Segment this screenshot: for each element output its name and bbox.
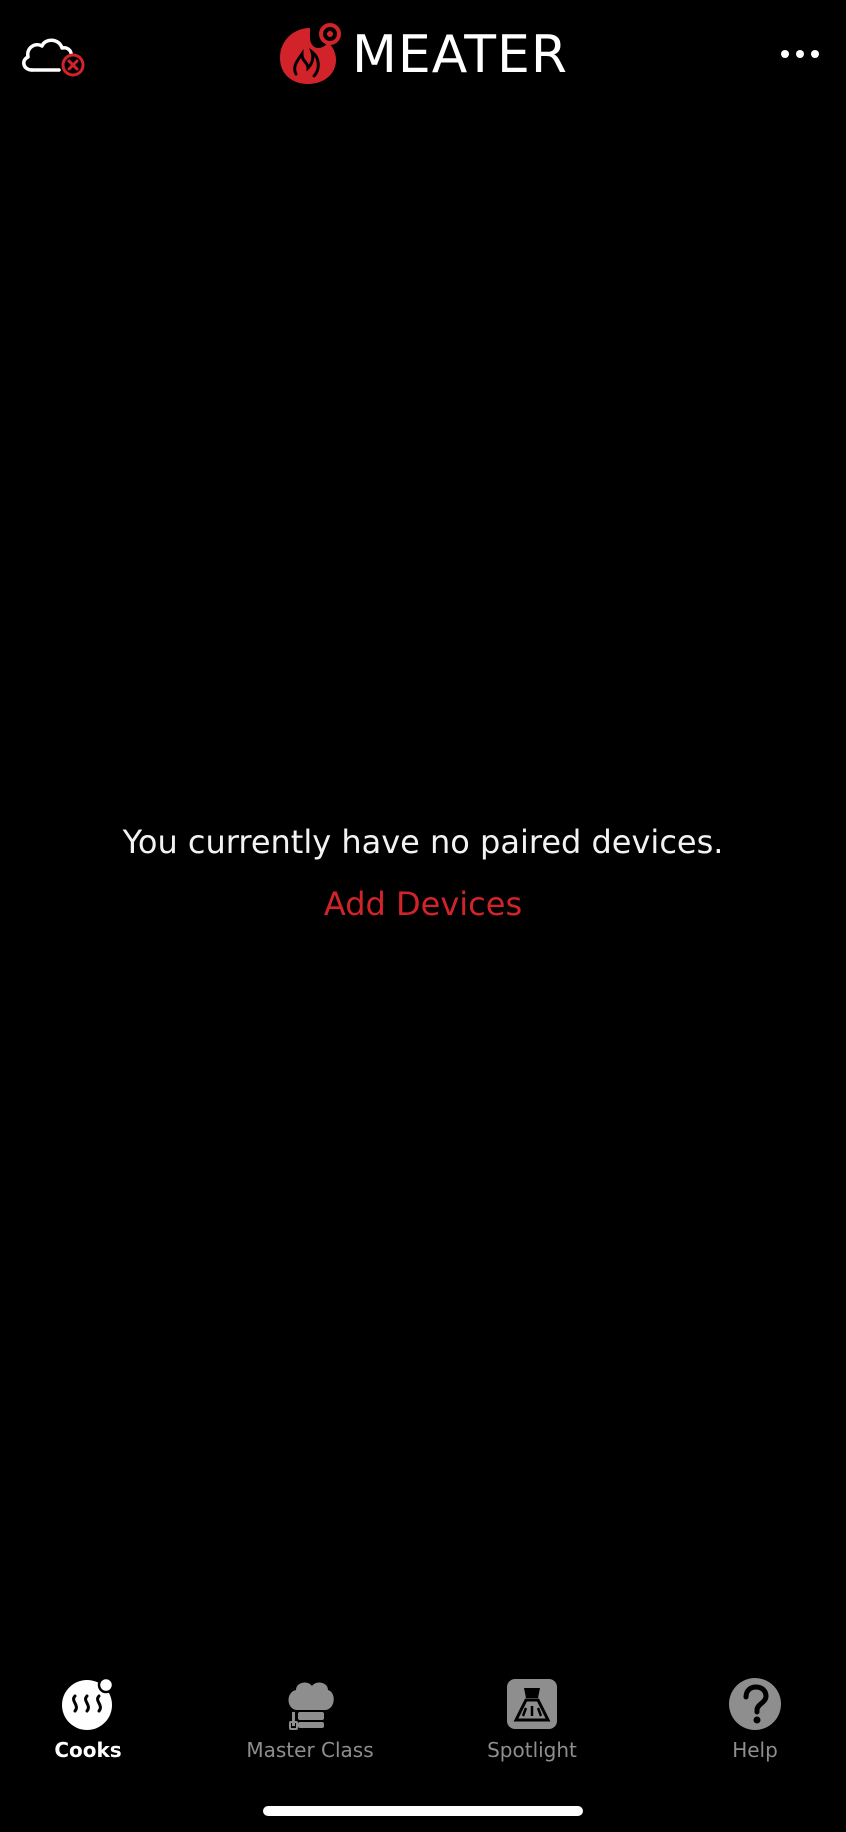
tab-cooks[interactable]: Cooks	[0, 1660, 178, 1770]
chef-hat-icon	[288, 1682, 334, 1730]
more-icon	[781, 50, 789, 58]
top-bar: MEATER	[0, 0, 846, 120]
empty-state: You currently have no paired devices. Ad…	[0, 816, 846, 930]
more-options-button[interactable]	[770, 36, 830, 72]
cloud-disconnected-icon	[22, 38, 85, 77]
add-devices-button[interactable]: Add Devices	[324, 878, 522, 930]
tab-spotlight[interactable]: Spotlight	[442, 1660, 622, 1770]
cooks-icon	[62, 1676, 115, 1730]
tab-bar: Cooks Master Class Spotlight Help	[0, 1660, 846, 1770]
tab-label: Help	[732, 1738, 778, 1762]
home-indicator	[263, 1806, 583, 1816]
empty-state-message: You currently have no paired devices.	[122, 823, 724, 861]
tab-label: Spotlight	[487, 1738, 577, 1762]
tab-help[interactable]: Help	[665, 1660, 845, 1770]
meater-logo-icon	[280, 23, 341, 84]
tab-label: Cooks	[54, 1738, 122, 1762]
spotlight-icon	[507, 1679, 557, 1729]
tab-master-class[interactable]: Master Class	[220, 1660, 400, 1770]
brand-name: MEATER	[352, 25, 569, 85]
cloud-status-button[interactable]	[18, 30, 88, 80]
tab-label: Master Class	[246, 1738, 374, 1762]
more-icon-dot	[796, 50, 804, 58]
more-icon-dot	[811, 50, 819, 58]
help-icon	[729, 1678, 781, 1730]
brand-logo: MEATER	[274, 22, 568, 88]
